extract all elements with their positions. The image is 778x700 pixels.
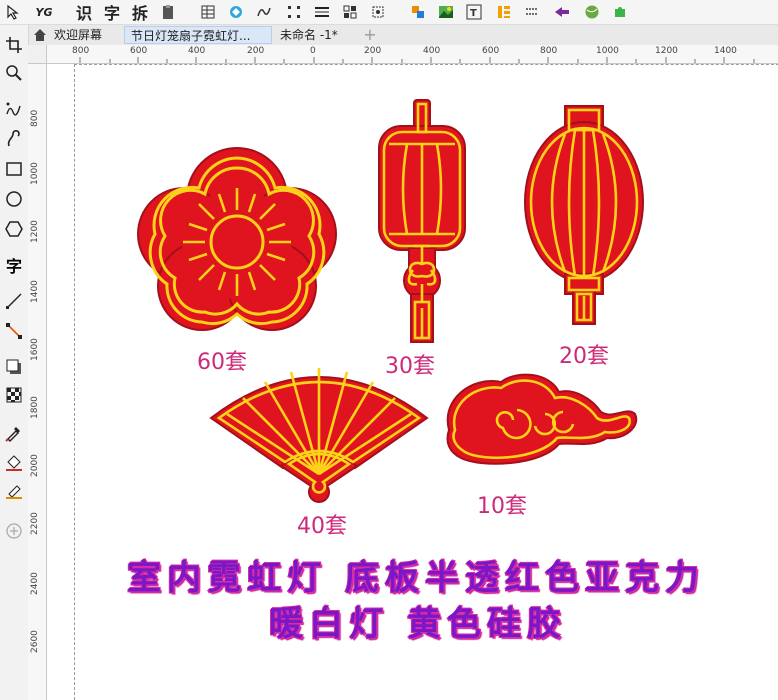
node-icon[interactable]: [284, 2, 304, 22]
caption-line-1: 室内霓虹灯 底板半透红色亚克力: [127, 558, 705, 598]
table-icon[interactable]: [198, 2, 218, 22]
tab-welcome-screen[interactable]: 欢迎屏幕: [48, 26, 108, 44]
drawing-canvas[interactable]: 60套 30套 20套 40套 10套 室内霓虹灯 底板半透红色亚克力 暖白灯 …: [47, 64, 778, 700]
smart-fill-icon[interactable]: [4, 481, 24, 501]
ellipse-icon[interactable]: [4, 189, 24, 209]
text-frame-icon[interactable]: T: [464, 2, 484, 22]
polygon-icon[interactable]: [4, 219, 24, 239]
ruler-tick-label: 2400: [30, 572, 40, 595]
yg-plugin-button[interactable]: YG: [34, 2, 54, 22]
add-tab-icon[interactable]: +: [358, 25, 382, 45]
svg-text:T: T: [470, 8, 477, 19]
pick-icon[interactable]: [4, 2, 24, 22]
ruler-tick-label: 400: [188, 46, 206, 56]
ruler-tick-label: 1600: [30, 338, 40, 361]
ruler-tick-label: 1000: [30, 162, 40, 185]
horizontal-ruler[interactable]: 800 600 400 200 0 200 400 600 800 1000 1…: [46, 45, 778, 64]
ruler-tick-label: 1800: [30, 396, 40, 419]
tall-lantern-neon-sign[interactable]: [377, 98, 467, 344]
drop-shadow-icon[interactable]: [4, 357, 24, 377]
zoom-icon[interactable]: [4, 63, 24, 83]
top-toolbar: YG 识 字 拆 T: [0, 0, 778, 25]
add-tool-icon[interactable]: [4, 521, 24, 541]
ruler-tick-label: 2200: [30, 512, 40, 535]
ruler-tick-label: 800: [30, 109, 40, 127]
ruler-origin-corner[interactable]: [28, 45, 47, 64]
caption-line-2: 暖白灯 黄色硅胶: [269, 604, 567, 644]
toolbox: 字: [0, 25, 29, 700]
ruler-tick-label: 800: [72, 46, 90, 56]
ruler-tick-label: 200: [247, 46, 265, 56]
select-grid-icon[interactable]: [340, 2, 360, 22]
ruler-tick-label: 800: [540, 46, 558, 56]
dimension-line-icon[interactable]: [4, 291, 24, 311]
ruler-tick-label: 1400: [714, 46, 737, 56]
ruler-tick-label: 1200: [655, 46, 678, 56]
tall-lantern-quantity-label: 30套: [385, 354, 435, 379]
ruler-tick-label: 0: [310, 46, 316, 56]
ocr-button[interactable]: 识: [74, 2, 94, 23]
text-button[interactable]: 字: [102, 2, 122, 23]
ruler-tick-label: 200: [364, 46, 382, 56]
freehand-icon[interactable]: [4, 99, 24, 119]
ruler-tick-label: 2000: [30, 454, 40, 477]
artistic-media-icon[interactable]: [4, 129, 24, 149]
dots-grid-icon[interactable]: [522, 2, 542, 22]
flower-quantity-label: 60套: [197, 350, 247, 375]
home-icon[interactable]: [32, 27, 48, 43]
vertical-ruler[interactable]: 800 1000 1200 1400 1600 1800 2000 2200 2…: [28, 45, 47, 700]
cloud-neon-sign[interactable]: [441, 370, 641, 470]
ruler-tick-label: 2600: [30, 630, 40, 653]
pattern-icon[interactable]: [226, 2, 246, 22]
flower-neon-sign[interactable]: [137, 144, 337, 334]
round-lantern-neon-sign[interactable]: [523, 104, 645, 326]
image-icon[interactable]: [436, 2, 456, 22]
document-tab-bar: 欢迎屏幕 节日灯笼扇子霓虹灯... 未命名 -1* +: [28, 25, 778, 46]
text-tool[interactable]: 字: [4, 255, 24, 276]
fan-quantity-label: 40套: [297, 514, 347, 539]
ruler-tick-label: 600: [482, 46, 500, 56]
curve-tool-icon[interactable]: [254, 2, 274, 22]
cloud-quantity-label: 10套: [477, 494, 527, 519]
transparency-icon[interactable]: [4, 385, 24, 405]
ruler-tick-label: 1000: [596, 46, 619, 56]
globe-icon[interactable]: [582, 2, 602, 22]
tab-festival-lantern-document[interactable]: 节日灯笼扇子霓虹灯...: [124, 26, 272, 44]
eyedropper-icon[interactable]: [4, 423, 24, 443]
rectangle-icon[interactable]: [4, 159, 24, 179]
ruler-tick-label: 1400: [30, 280, 40, 303]
puzzle-icon[interactable]: [610, 2, 630, 22]
connector-icon[interactable]: [4, 321, 24, 341]
crop-icon[interactable]: [4, 35, 24, 55]
crop-select-icon[interactable]: [368, 2, 388, 22]
split-button[interactable]: 拆: [130, 2, 150, 23]
interactive-fill-icon[interactable]: [4, 453, 24, 473]
tab-untitled-document[interactable]: 未命名 -1*: [274, 26, 344, 44]
ruler-tick-label: 600: [130, 46, 148, 56]
list-icon[interactable]: [494, 2, 514, 22]
color-layers-icon[interactable]: [408, 2, 428, 22]
ruler-tick-label: 1200: [30, 220, 40, 243]
align-lines-icon[interactable]: [312, 2, 332, 22]
round-lantern-quantity-label: 20套: [559, 344, 609, 369]
clipboard-icon[interactable]: [158, 2, 178, 22]
transform-arrow-icon[interactable]: [552, 2, 572, 22]
ruler-tick-label: 400: [423, 46, 441, 56]
